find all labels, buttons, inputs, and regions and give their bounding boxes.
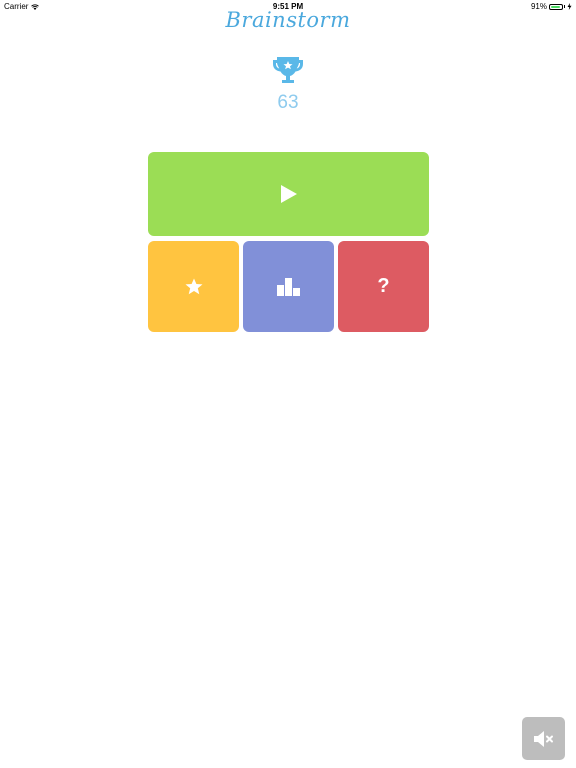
app-logo: Brainstorm	[225, 8, 351, 32]
play-button[interactable]	[148, 152, 429, 236]
play-icon	[280, 185, 297, 203]
leaderboard-button[interactable]	[243, 241, 334, 332]
question-icon: ?	[377, 275, 390, 297]
podium-icon	[276, 277, 300, 296]
trophy-icon	[273, 57, 303, 83]
help-button[interactable]: ?	[338, 241, 429, 332]
speaker-muted-icon	[533, 730, 553, 747]
favorites-button[interactable]	[148, 241, 239, 332]
star-icon	[185, 278, 202, 295]
best-score: 63	[277, 92, 299, 113]
sound-toggle-button[interactable]	[522, 717, 565, 760]
